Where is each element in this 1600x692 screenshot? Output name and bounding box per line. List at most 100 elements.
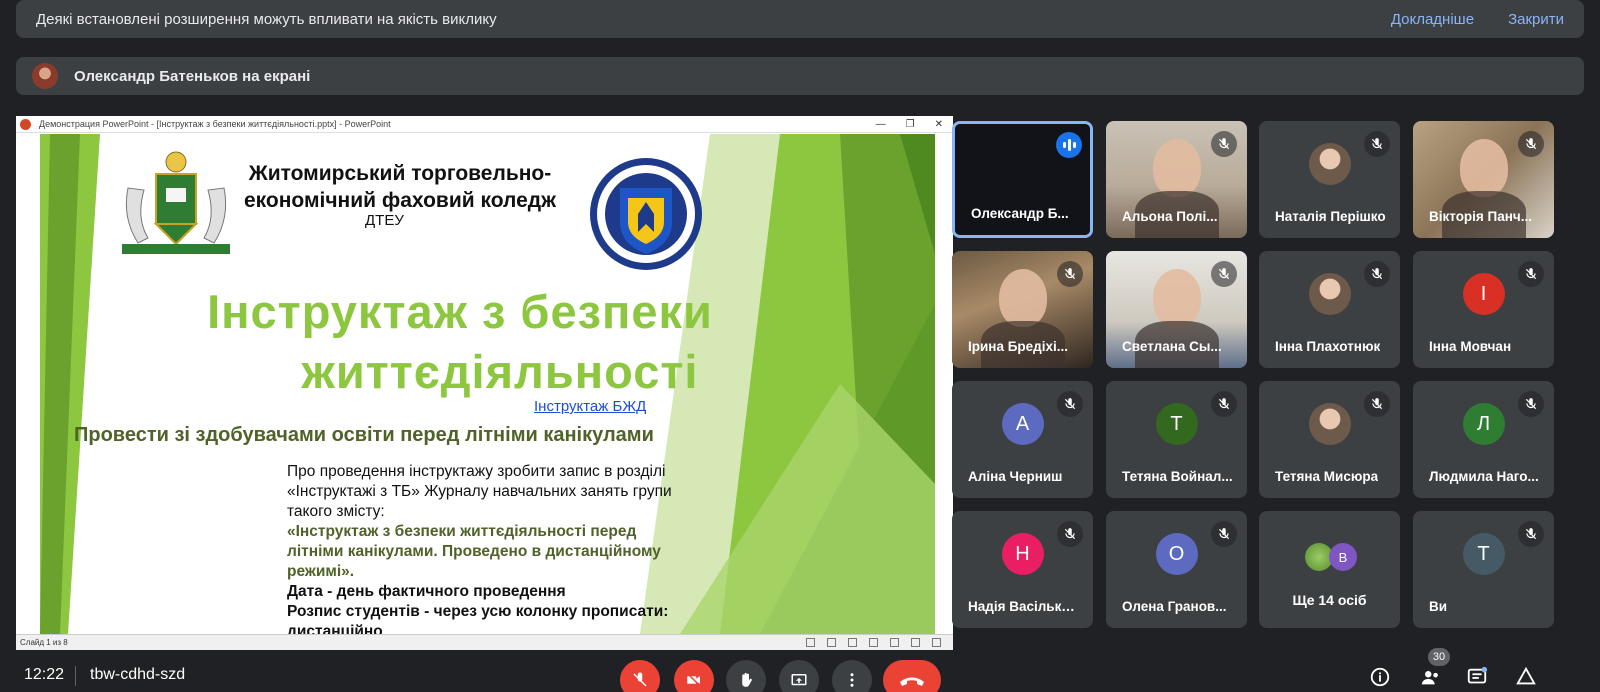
extension-warning-banner: Деякі встановлені розширення можуть впли…: [16, 0, 1584, 38]
college-line-2: економічний фаховий коледж: [244, 189, 556, 212]
quote-line: «Інструктаж з безпеки життєдіяльності пе…: [287, 523, 637, 540]
clock: 12:22: [24, 666, 65, 683]
presenting-text: Олександр Батеньков на екрані: [74, 67, 311, 85]
info-icon[interactable]: [1369, 666, 1391, 688]
prev-slide-icon[interactable]: [806, 638, 815, 647]
shared-screen: Демонстрация PowerPoint - [Інструктаж з …: [16, 116, 953, 650]
participant-avatar: В: [1329, 543, 1357, 571]
speaking-indicator-icon: [1056, 132, 1082, 158]
slideshow-view-icon[interactable]: [932, 638, 941, 647]
more-options-button[interactable]: [832, 660, 872, 692]
chat-icon[interactable]: [1466, 666, 1488, 688]
participant-name: Ірина Бредіхі...: [968, 339, 1068, 354]
participant-avatar: Л: [1462, 403, 1505, 445]
participant-avatar: Н: [1001, 533, 1044, 575]
mic-off-icon: [1518, 131, 1544, 157]
maximize-icon[interactable]: ❐: [906, 119, 915, 130]
participant-tile[interactable]: Тетяна Мисюра: [1259, 381, 1400, 498]
mic-off-icon: [1057, 521, 1083, 547]
participant-tile[interactable]: Л Людмила Наго...: [1413, 381, 1554, 498]
participant-avatar: [1308, 403, 1351, 445]
participant-count-badge: 30: [1428, 648, 1450, 666]
quote-line: літніми канікулами. Проведено в дистанці…: [287, 543, 661, 560]
participant-avatar: Т: [1462, 533, 1505, 575]
participant-tile[interactable]: Інна Плахотнюк: [1259, 251, 1400, 368]
raise-hand-button[interactable]: [726, 660, 766, 692]
date-line: Дата - день фактичного проведення: [287, 583, 566, 600]
ppt-window-title: Демонстрация PowerPoint - [Інструктаж з …: [39, 119, 391, 129]
participant-avatar: А: [1001, 403, 1044, 445]
mic-off-icon: [1211, 261, 1237, 287]
participant-tile[interactable]: Вікторія Панч...: [1413, 121, 1554, 238]
more-participants-label: Ще 14 осіб: [1292, 592, 1367, 608]
participant-tile[interactable]: Ірина Бредіхі...: [952, 251, 1093, 368]
participant-tile[interactable]: Н Надія Васілько...: [952, 511, 1093, 628]
mic-off-icon: [1364, 131, 1390, 157]
mic-off-icon: [1364, 261, 1390, 287]
avatar-letter: Т: [1170, 412, 1183, 435]
mic-off-icon: [1364, 391, 1390, 417]
camera-toggle-button[interactable]: [674, 660, 714, 692]
bzd-link[interactable]: Інструктаж БЖД: [534, 398, 646, 415]
participant-name: Інна Плахотнюк: [1275, 339, 1381, 354]
participant-tile[interactable]: Альона Полі...: [1106, 121, 1247, 238]
participant-tile[interactable]: Т Тетяна Войнал...: [1106, 381, 1247, 498]
divider: [75, 666, 76, 686]
normal-view-icon[interactable]: [869, 638, 878, 647]
avatar-letter: Л: [1476, 412, 1491, 435]
details-link[interactable]: Докладніше: [1391, 11, 1474, 28]
close-link[interactable]: Закрити: [1508, 11, 1564, 28]
participant-name: Тетяна Войнал...: [1122, 469, 1233, 484]
close-icon[interactable]: ✕: [935, 119, 943, 130]
participant-name: Інна Мовчан: [1429, 339, 1512, 354]
participant-tile[interactable]: А Аліна Черниш: [952, 381, 1093, 498]
ppt-status-bar: Слайд 1 из 8: [16, 634, 953, 650]
avatar-letter: Н: [1015, 542, 1030, 565]
participant-tile[interactable]: І Інна Мовчан: [1413, 251, 1554, 368]
participant-name: Людмила Наго...: [1429, 469, 1539, 484]
mic-toggle-button[interactable]: [620, 660, 660, 692]
notes-icon[interactable]: [827, 638, 836, 647]
present-icon: [791, 674, 807, 686]
participant-avatar: О: [1155, 533, 1198, 575]
participant-tile[interactable]: В Ще 14 осіб: [1259, 511, 1400, 628]
participant-name: Олександр Б...: [971, 206, 1069, 221]
participant-name: Олена Гранов...: [1122, 599, 1227, 614]
participant-tile[interactable]: Наталія Перішко: [1259, 121, 1400, 238]
body-line: такого змісту:: [287, 503, 385, 520]
ppt-title-bar: Демонстрация PowerPoint - [Інструктаж з …: [16, 116, 953, 133]
reading-view-icon[interactable]: [911, 638, 920, 647]
participant-name: Тетяна Мисюра: [1275, 469, 1379, 484]
participant-tile[interactable]: Светлана Сы...: [1106, 251, 1247, 368]
camera-off-icon: [686, 672, 702, 688]
participant-tile[interactable]: Т Ви: [1413, 511, 1554, 628]
body-line: Про проведення інструктажу зробити запис…: [287, 463, 666, 480]
mic-off-icon: [1057, 261, 1083, 287]
present-now-button[interactable]: [779, 660, 819, 692]
extension-warning-text: Деякі встановлені розширення можуть впли…: [36, 10, 497, 28]
college-line-1: Житомирський торговельно-: [248, 162, 552, 185]
slide-subtitle: Провести зі здобувачами освіти перед літ…: [74, 424, 654, 446]
minimize-icon[interactable]: —: [876, 119, 886, 130]
avatar-letter: О: [1168, 542, 1185, 565]
people-icon[interactable]: [1420, 666, 1442, 688]
participant-name: Вікторія Панч...: [1429, 209, 1533, 224]
leave-call-button[interactable]: [883, 660, 941, 692]
participant-tile[interactable]: О Олена Гранов...: [1106, 511, 1247, 628]
participant-tile[interactable]: Олександр Б...: [952, 121, 1093, 238]
mic-off-icon: [1211, 391, 1237, 417]
participant-avatar: [1308, 273, 1351, 315]
activities-icon[interactable]: [1515, 666, 1537, 688]
sorter-view-icon[interactable]: [890, 638, 899, 647]
avatar-letter: І: [1480, 282, 1487, 305]
meeting-code: tbw-cdhd-szd: [90, 666, 186, 683]
slide-counter: Слайд 1 из 8: [20, 638, 68, 647]
college-name: Житомирський торговельно- економічний фа…: [230, 160, 570, 214]
avatar-letter: Т: [1477, 542, 1490, 565]
mic-off-icon: [1518, 391, 1544, 417]
slide: Житомирський торговельно- економічний фа…: [40, 134, 935, 634]
mic-off-icon: [1518, 261, 1544, 287]
participant-avatar: [1308, 143, 1351, 185]
next-slide-icon[interactable]: [848, 638, 857, 647]
hand-icon: [742, 672, 752, 687]
